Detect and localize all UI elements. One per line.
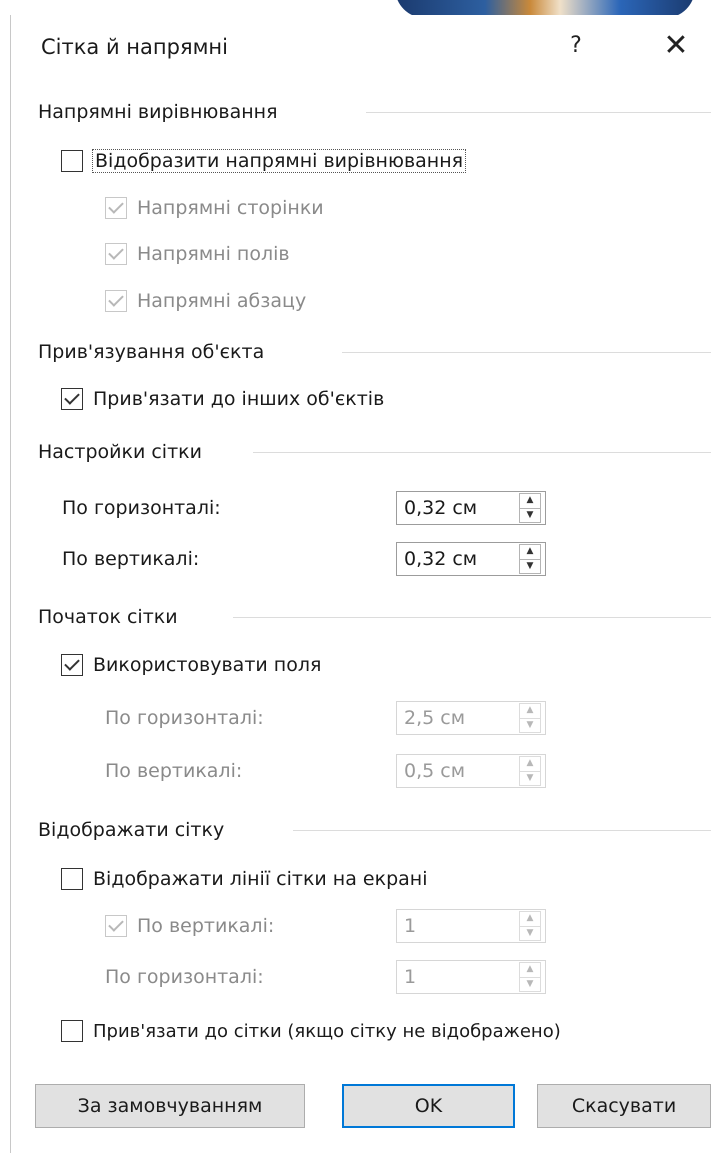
origin-horizontal-label: По горизонталі:: [105, 707, 264, 729]
checkbox-icon[interactable]: [105, 915, 127, 937]
display-gridlines-checkbox[interactable]: Відображати лінії сітки на екрані: [61, 862, 428, 896]
checkbox-icon[interactable]: [61, 1020, 83, 1042]
section-show-grid: Відображати сітку: [38, 815, 711, 845]
checkbox-label: Відобразити напрямні вирівнювання: [91, 149, 467, 173]
horizontal-gridlines-label: По горизонталі:: [105, 966, 264, 988]
grid-horizontal-spinner[interactable]: 0,32 см ▲ ▼: [396, 491, 546, 525]
section-label: Напрямні вирівнювання: [38, 101, 278, 123]
checkbox-icon[interactable]: [105, 197, 127, 219]
spin-up-icon[interactable]: ▲: [520, 704, 540, 718]
spin-up-icon[interactable]: ▲: [520, 494, 540, 508]
section-label: Настройки сітки: [38, 441, 202, 463]
spinner-value[interactable]: 0,32 см: [397, 497, 519, 519]
checkbox-icon[interactable]: [105, 243, 127, 265]
use-margins-checkbox[interactable]: Використовувати поля: [61, 648, 321, 682]
grid-and-guides-dialog: Сітка й напрямні ? ✕ Напрямні вирівнюван…: [10, 15, 713, 1153]
spinner-value[interactable]: 1: [397, 966, 519, 988]
spin-down-icon[interactable]: ▼: [520, 976, 540, 992]
paragraph-guides-checkbox[interactable]: Напрямні абзацу: [105, 284, 306, 318]
spin-down-icon[interactable]: ▼: [520, 717, 540, 733]
checkbox-label: Напрямні сторінки: [137, 197, 324, 219]
section-grid-origin: Початок сітки: [38, 602, 711, 632]
checkbox-icon[interactable]: [61, 388, 83, 410]
section-alignment-guides: Напрямні вирівнювання: [38, 97, 711, 127]
origin-horizontal-spinner[interactable]: 2,5 см ▲ ▼: [396, 701, 546, 735]
snap-to-objects-checkbox[interactable]: Прив'язати до інших об'єктів: [61, 382, 384, 416]
show-alignment-guides-checkbox[interactable]: Відобразити напрямні вирівнювання: [61, 144, 467, 178]
section-grid-settings: Настройки сітки: [38, 437, 711, 467]
section-label: Початок сітки: [38, 606, 178, 628]
spin-down-icon[interactable]: ▼: [520, 770, 540, 786]
ok-button[interactable]: OK: [342, 1084, 515, 1128]
checkbox-icon[interactable]: [61, 868, 83, 890]
origin-vertical-spinner[interactable]: 0,5 см ▲ ▼: [396, 754, 546, 788]
checkbox-icon[interactable]: [61, 654, 83, 676]
vertical-gridlines-spinner[interactable]: 1 ▲ ▼: [396, 909, 546, 943]
section-label: Прив'язування об'єкта: [38, 341, 265, 363]
checkbox-label: По вертикалі:: [137, 915, 275, 937]
cancel-button[interactable]: Скасувати: [537, 1084, 711, 1128]
grid-vertical-spinner[interactable]: 0,32 см ▲ ▼: [396, 542, 546, 576]
checkbox-label: Використовувати поля: [93, 654, 322, 676]
margin-guides-checkbox[interactable]: Напрямні полів: [105, 237, 290, 271]
checkbox-label: Відображати лінії сітки на екрані: [93, 868, 428, 890]
spinner-value[interactable]: 0,32 см: [397, 548, 519, 570]
spin-down-icon[interactable]: ▼: [520, 507, 540, 523]
close-icon[interactable]: ✕: [659, 29, 693, 63]
spin-up-icon[interactable]: ▲: [520, 963, 540, 977]
show-vertical-gridlines-checkbox[interactable]: По вертикалі:: [105, 909, 274, 943]
dialog-title: Сітка й напрямні: [41, 35, 228, 59]
checkbox-label: Прив'язати до інших об'єктів: [93, 388, 385, 410]
origin-vertical-label: По вертикалі:: [105, 760, 243, 782]
section-object-snapping: Прив'язування об'єкта: [38, 337, 711, 367]
help-button[interactable]: ?: [561, 31, 591, 61]
spin-up-icon[interactable]: ▲: [520, 912, 540, 926]
grid-vertical-label: По вертикалі:: [62, 548, 200, 570]
spin-up-icon[interactable]: ▲: [520, 757, 540, 771]
spinner-value[interactable]: 0,5 см: [397, 760, 519, 782]
checkbox-label: Напрямні полів: [137, 243, 290, 265]
page-guides-checkbox[interactable]: Напрямні сторінки: [105, 191, 324, 225]
horizontal-gridlines-spinner[interactable]: 1 ▲ ▼: [396, 960, 546, 994]
spinner-value[interactable]: 2,5 см: [397, 707, 519, 729]
checkbox-label: Прив'язати до сітки (якщо сітку не відоб…: [93, 1020, 561, 1042]
spin-up-icon[interactable]: ▲: [520, 545, 540, 559]
spinner-value[interactable]: 1: [397, 915, 519, 937]
checkbox-icon[interactable]: [105, 290, 127, 312]
set-as-default-button[interactable]: За замовчуванням: [35, 1084, 305, 1128]
checkbox-label: Напрямні абзацу: [137, 290, 307, 312]
spin-down-icon[interactable]: ▼: [520, 925, 540, 941]
snap-to-grid-checkbox[interactable]: Прив'язати до сітки (якщо сітку не відоб…: [61, 1014, 561, 1048]
spin-down-icon[interactable]: ▼: [520, 558, 540, 574]
section-label: Відображати сітку: [38, 819, 225, 841]
checkbox-icon[interactable]: [61, 150, 83, 172]
grid-horizontal-label: По горизонталі:: [62, 497, 221, 519]
